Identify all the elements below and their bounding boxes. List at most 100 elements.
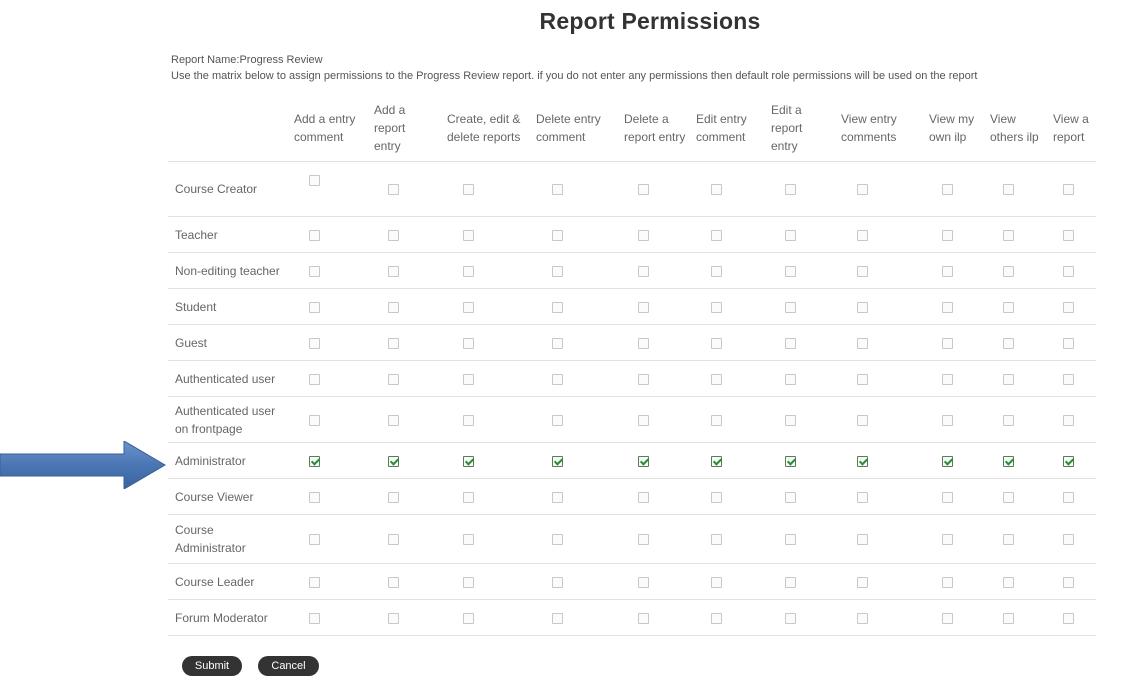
permission-checkbox[interactable] bbox=[942, 265, 953, 277]
permission-checkbox[interactable] bbox=[1003, 184, 1014, 196]
permission-checkbox-checked[interactable] bbox=[711, 455, 722, 467]
permission-checkbox[interactable] bbox=[309, 612, 320, 624]
permission-checkbox[interactable] bbox=[638, 301, 649, 313]
permission-checkbox[interactable] bbox=[942, 184, 953, 196]
permission-checkbox[interactable] bbox=[711, 534, 722, 546]
permission-checkbox[interactable] bbox=[1063, 265, 1074, 277]
permission-checkbox[interactable] bbox=[1063, 534, 1074, 546]
permission-checkbox[interactable] bbox=[942, 229, 953, 241]
permission-checkbox[interactable] bbox=[638, 612, 649, 624]
permission-checkbox[interactable] bbox=[552, 612, 563, 624]
permission-checkbox[interactable] bbox=[309, 175, 320, 187]
cancel-button[interactable]: Cancel bbox=[258, 656, 319, 676]
permission-checkbox[interactable] bbox=[552, 576, 563, 588]
permission-checkbox[interactable] bbox=[711, 576, 722, 588]
permission-checkbox[interactable] bbox=[711, 414, 722, 426]
permission-checkbox[interactable] bbox=[638, 337, 649, 349]
permission-checkbox[interactable] bbox=[785, 612, 796, 624]
permission-checkbox[interactable] bbox=[309, 414, 320, 426]
permission-checkbox[interactable] bbox=[857, 229, 868, 241]
permission-checkbox[interactable] bbox=[857, 414, 868, 426]
permission-checkbox[interactable] bbox=[638, 184, 649, 196]
permission-checkbox[interactable] bbox=[552, 184, 563, 196]
permission-checkbox[interactable] bbox=[309, 337, 320, 349]
permission-checkbox[interactable] bbox=[552, 491, 563, 503]
permission-checkbox[interactable] bbox=[785, 373, 796, 385]
permission-checkbox[interactable] bbox=[857, 265, 868, 277]
permission-checkbox[interactable] bbox=[711, 184, 722, 196]
permission-checkbox[interactable] bbox=[711, 229, 722, 241]
permission-checkbox[interactable] bbox=[388, 301, 399, 313]
permission-checkbox[interactable] bbox=[309, 491, 320, 503]
permission-checkbox[interactable] bbox=[1063, 337, 1074, 349]
permission-checkbox[interactable] bbox=[942, 491, 953, 503]
permission-checkbox-checked[interactable] bbox=[552, 455, 563, 467]
permission-checkbox[interactable] bbox=[1063, 414, 1074, 426]
permission-checkbox[interactable] bbox=[1063, 301, 1074, 313]
permission-checkbox[interactable] bbox=[388, 491, 399, 503]
permission-checkbox-checked[interactable] bbox=[942, 455, 953, 467]
permission-checkbox[interactable] bbox=[1003, 265, 1014, 277]
permission-checkbox[interactable] bbox=[785, 337, 796, 349]
permission-checkbox[interactable] bbox=[388, 184, 399, 196]
permission-checkbox[interactable] bbox=[711, 491, 722, 503]
permission-checkbox[interactable] bbox=[463, 491, 474, 503]
permission-checkbox[interactable] bbox=[388, 414, 399, 426]
permission-checkbox-checked[interactable] bbox=[1003, 455, 1014, 467]
permission-checkbox[interactable] bbox=[711, 265, 722, 277]
permission-checkbox[interactable] bbox=[857, 337, 868, 349]
permission-checkbox-checked[interactable] bbox=[785, 455, 796, 467]
permission-checkbox-checked[interactable] bbox=[857, 455, 868, 467]
permission-checkbox[interactable] bbox=[552, 265, 563, 277]
permission-checkbox[interactable] bbox=[463, 184, 474, 196]
permission-checkbox[interactable] bbox=[463, 373, 474, 385]
permission-checkbox[interactable] bbox=[463, 229, 474, 241]
permission-checkbox[interactable] bbox=[857, 184, 868, 196]
permission-checkbox[interactable] bbox=[463, 576, 474, 588]
permission-checkbox[interactable] bbox=[552, 229, 563, 241]
permission-checkbox[interactable] bbox=[1063, 491, 1074, 503]
permission-checkbox-checked[interactable] bbox=[638, 455, 649, 467]
permission-checkbox[interactable] bbox=[857, 301, 868, 313]
permission-checkbox[interactable] bbox=[785, 265, 796, 277]
permission-checkbox[interactable] bbox=[1063, 184, 1074, 196]
permission-checkbox[interactable] bbox=[552, 534, 563, 546]
permission-checkbox[interactable] bbox=[711, 337, 722, 349]
permission-checkbox[interactable] bbox=[638, 534, 649, 546]
permission-checkbox[interactable] bbox=[552, 414, 563, 426]
permission-checkbox[interactable] bbox=[388, 265, 399, 277]
permission-checkbox[interactable] bbox=[1003, 373, 1014, 385]
permission-checkbox[interactable] bbox=[638, 576, 649, 588]
permission-checkbox[interactable] bbox=[309, 373, 320, 385]
permission-checkbox-checked[interactable] bbox=[463, 455, 474, 467]
permission-checkbox[interactable] bbox=[463, 337, 474, 349]
permission-checkbox[interactable] bbox=[857, 534, 868, 546]
permission-checkbox[interactable] bbox=[463, 265, 474, 277]
permission-checkbox[interactable] bbox=[785, 301, 796, 313]
permission-checkbox[interactable] bbox=[638, 229, 649, 241]
permission-checkbox[interactable] bbox=[857, 491, 868, 503]
permission-checkbox[interactable] bbox=[942, 337, 953, 349]
permission-checkbox[interactable] bbox=[309, 534, 320, 546]
permission-checkbox[interactable] bbox=[388, 534, 399, 546]
permission-checkbox[interactable] bbox=[552, 301, 563, 313]
permission-checkbox[interactable] bbox=[785, 229, 796, 241]
submit-button[interactable]: Submit bbox=[182, 656, 242, 676]
permission-checkbox[interactable] bbox=[1063, 373, 1074, 385]
permission-checkbox[interactable] bbox=[1003, 414, 1014, 426]
permission-checkbox[interactable] bbox=[552, 337, 563, 349]
permission-checkbox[interactable] bbox=[463, 534, 474, 546]
permission-checkbox[interactable] bbox=[857, 612, 868, 624]
permission-checkbox[interactable] bbox=[388, 612, 399, 624]
permission-checkbox[interactable] bbox=[785, 534, 796, 546]
permission-checkbox[interactable] bbox=[942, 301, 953, 313]
permission-checkbox[interactable] bbox=[942, 612, 953, 624]
permission-checkbox[interactable] bbox=[1063, 576, 1074, 588]
permission-checkbox-checked[interactable] bbox=[388, 455, 399, 467]
permission-checkbox[interactable] bbox=[638, 265, 649, 277]
permission-checkbox-checked[interactable] bbox=[309, 455, 320, 467]
permission-checkbox[interactable] bbox=[785, 184, 796, 196]
permission-checkbox[interactable] bbox=[1003, 229, 1014, 241]
permission-checkbox[interactable] bbox=[463, 414, 474, 426]
permission-checkbox[interactable] bbox=[1003, 612, 1014, 624]
